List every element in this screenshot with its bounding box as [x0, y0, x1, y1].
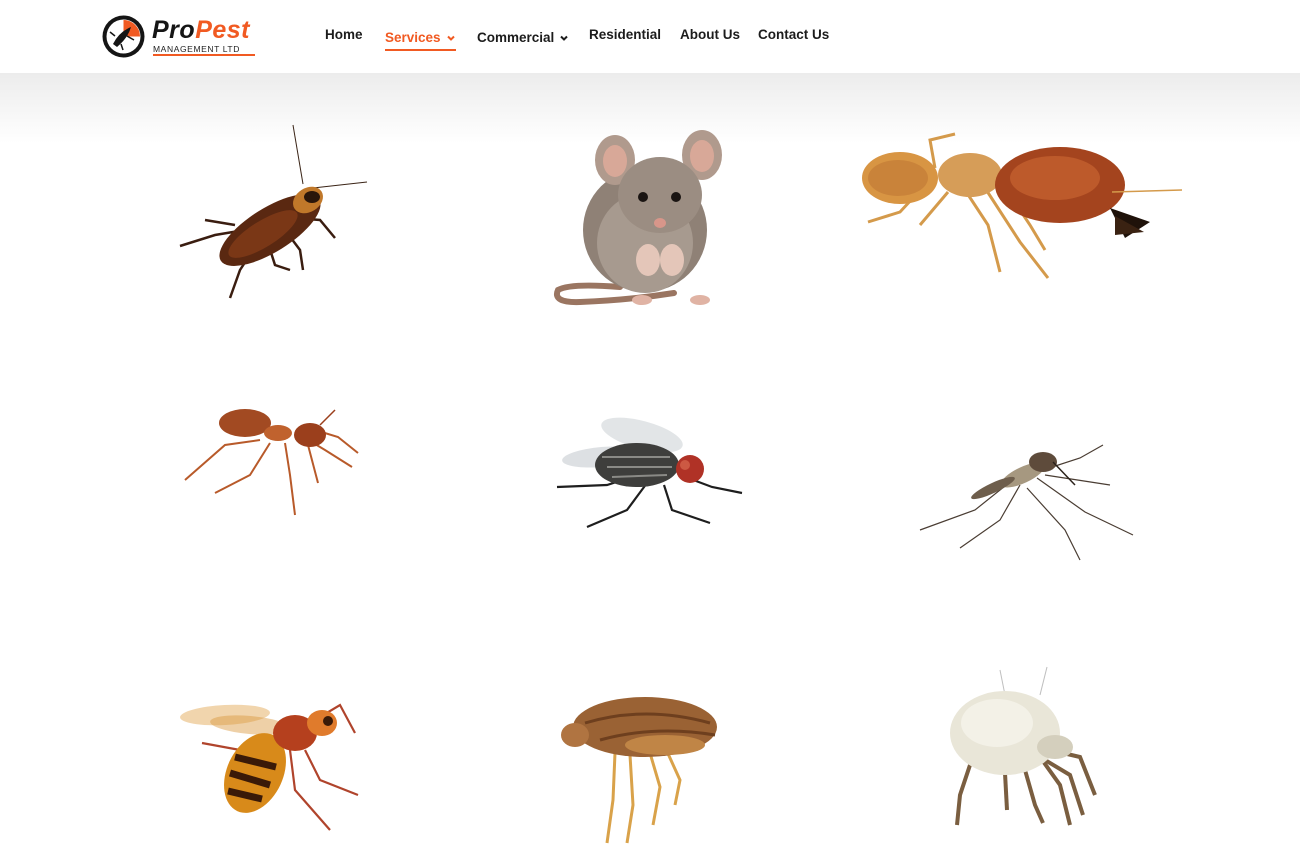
wasp-image[interactable]	[180, 695, 365, 835]
chevron-down-icon	[446, 36, 455, 42]
brand-tagline: MANAGEMENT LTD	[153, 44, 240, 54]
nav-home[interactable]: Home	[325, 27, 363, 43]
brand-logo[interactable]: ProPest MANAGEMENT LTD	[101, 13, 261, 61]
pest-logo-icon	[102, 15, 145, 58]
active-indicator	[385, 49, 456, 51]
mouse-image[interactable]	[550, 125, 740, 310]
cockroach-image[interactable]	[175, 120, 375, 305]
nav-contact-label: Contact Us	[758, 27, 830, 42]
nav-residential-label: Residential	[589, 27, 662, 42]
flea-image[interactable]	[555, 695, 725, 845]
nav-about-label: About Us	[680, 27, 740, 42]
chevron-down-icon	[560, 36, 569, 42]
ant-image[interactable]	[180, 405, 365, 520]
nav-about-us[interactable]: About Us	[680, 27, 740, 43]
nav-commercial[interactable]: Commercial	[477, 30, 569, 46]
site-header: ProPest MANAGEMENT LTD Home Services Com…	[0, 0, 1300, 73]
brand-name: ProPest	[152, 16, 250, 44]
brand-underline	[153, 54, 255, 56]
nav-residential[interactable]: Residential	[589, 27, 661, 43]
fly-image[interactable]	[552, 415, 747, 533]
nav-home-label: Home	[325, 27, 363, 42]
nav-contact-us[interactable]: Contact Us	[758, 27, 829, 43]
nav-services-label: Services	[385, 30, 441, 45]
termite-image[interactable]	[860, 130, 1190, 285]
nav-commercial-label: Commercial	[477, 30, 555, 45]
mosquito-image[interactable]	[915, 440, 1145, 565]
dust-mite-image[interactable]	[945, 665, 1100, 830]
nav-services[interactable]: Services	[385, 30, 456, 51]
